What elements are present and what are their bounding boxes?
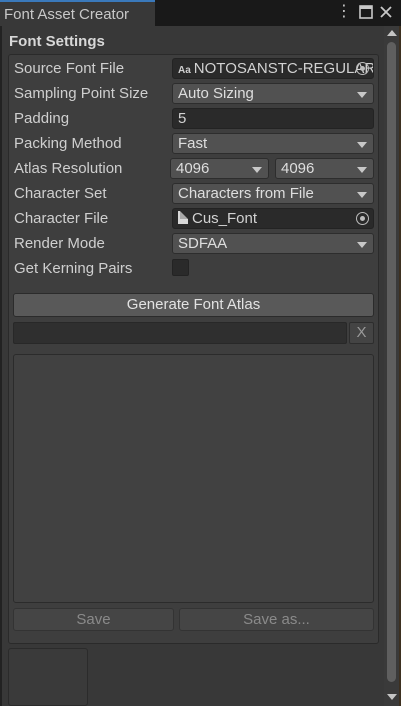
- generate-font-atlas-button[interactable]: Generate Font Atlas: [13, 293, 374, 317]
- maximize-icon[interactable]: [357, 3, 375, 21]
- atlas-height-dropdown[interactable]: 4096: [275, 158, 374, 179]
- object-picker-icon[interactable]: [356, 62, 369, 75]
- chevron-down-icon: [357, 167, 367, 173]
- character-set-label: Character Set: [14, 185, 107, 202]
- chevron-down-icon: [357, 242, 367, 248]
- character-set-dropdown[interactable]: Characters from File: [172, 183, 374, 204]
- font-asset-icon: Aa: [178, 65, 191, 76]
- output-text-area[interactable]: [13, 354, 374, 603]
- padding-label: Padding: [14, 110, 70, 127]
- window-edge: [0, 26, 2, 706]
- source-font-file-field[interactable]: Aa NOTOSANSTC-REGULAR: [172, 58, 374, 79]
- atlas-height-value: 4096: [281, 160, 315, 177]
- save-button[interactable]: Save: [13, 608, 174, 631]
- render-mode-dropdown[interactable]: SDFAA: [172, 233, 374, 254]
- atlas-width-dropdown[interactable]: 4096: [170, 158, 269, 179]
- character-file-field[interactable]: Cus_Font: [172, 208, 374, 229]
- chevron-down-icon: [357, 142, 367, 148]
- object-picker-icon[interactable]: [356, 212, 369, 225]
- sampling-point-size-dropdown[interactable]: Auto Sizing: [172, 83, 374, 104]
- padding-value: 5: [178, 110, 187, 127]
- sampling-point-size-value: Auto Sizing: [178, 85, 254, 102]
- atlas-preview-thumbnail: [8, 648, 88, 706]
- packing-method-dropdown[interactable]: Fast: [172, 133, 374, 154]
- character-file-label: Character File: [14, 210, 109, 227]
- clear-button[interactable]: X: [349, 322, 374, 344]
- tab-bar: Font Asset Creator ⋮: [0, 0, 401, 26]
- tab-font-asset-creator[interactable]: Font Asset Creator: [0, 0, 155, 26]
- get-kerning-pairs-label: Get Kerning Pairs: [14, 260, 133, 277]
- character-set-value: Characters from File: [178, 185, 314, 202]
- scrollbar-thumb[interactable]: [387, 42, 396, 682]
- scroll-up-icon[interactable]: [387, 30, 397, 36]
- atlas-width-value: 4096: [176, 160, 210, 177]
- close-icon[interactable]: [377, 3, 395, 21]
- source-font-file-value: NOTOSANSTC-REGULAR: [193, 60, 374, 77]
- generation-progress-bar: [13, 322, 347, 344]
- sampling-point-size-label: Sampling Point Size: [14, 85, 149, 102]
- text-file-icon: [178, 211, 188, 224]
- packing-method-label: Packing Method: [14, 135, 122, 152]
- get-kerning-pairs-checkbox[interactable]: [172, 259, 189, 276]
- chevron-down-icon: [252, 167, 262, 173]
- padding-input[interactable]: 5: [172, 108, 374, 129]
- tab-title: Font Asset Creator: [4, 6, 130, 23]
- chevron-down-icon: [357, 192, 367, 198]
- chevron-down-icon: [357, 92, 367, 98]
- source-font-file-label: Source Font File: [14, 60, 125, 77]
- save-as-button[interactable]: Save as...: [179, 608, 374, 631]
- packing-method-value: Fast: [178, 135, 208, 152]
- vertical-scrollbar[interactable]: [384, 26, 399, 706]
- atlas-resolution-label: Atlas Resolution: [14, 160, 123, 177]
- font-settings-header: Font Settings: [9, 33, 105, 50]
- render-mode-label: Render Mode: [14, 235, 105, 252]
- more-vert-icon[interactable]: ⋮: [335, 3, 353, 21]
- render-mode-value: SDFAA: [178, 235, 228, 252]
- scroll-down-icon[interactable]: [387, 694, 397, 700]
- character-file-value: Cus_Font: [192, 210, 258, 227]
